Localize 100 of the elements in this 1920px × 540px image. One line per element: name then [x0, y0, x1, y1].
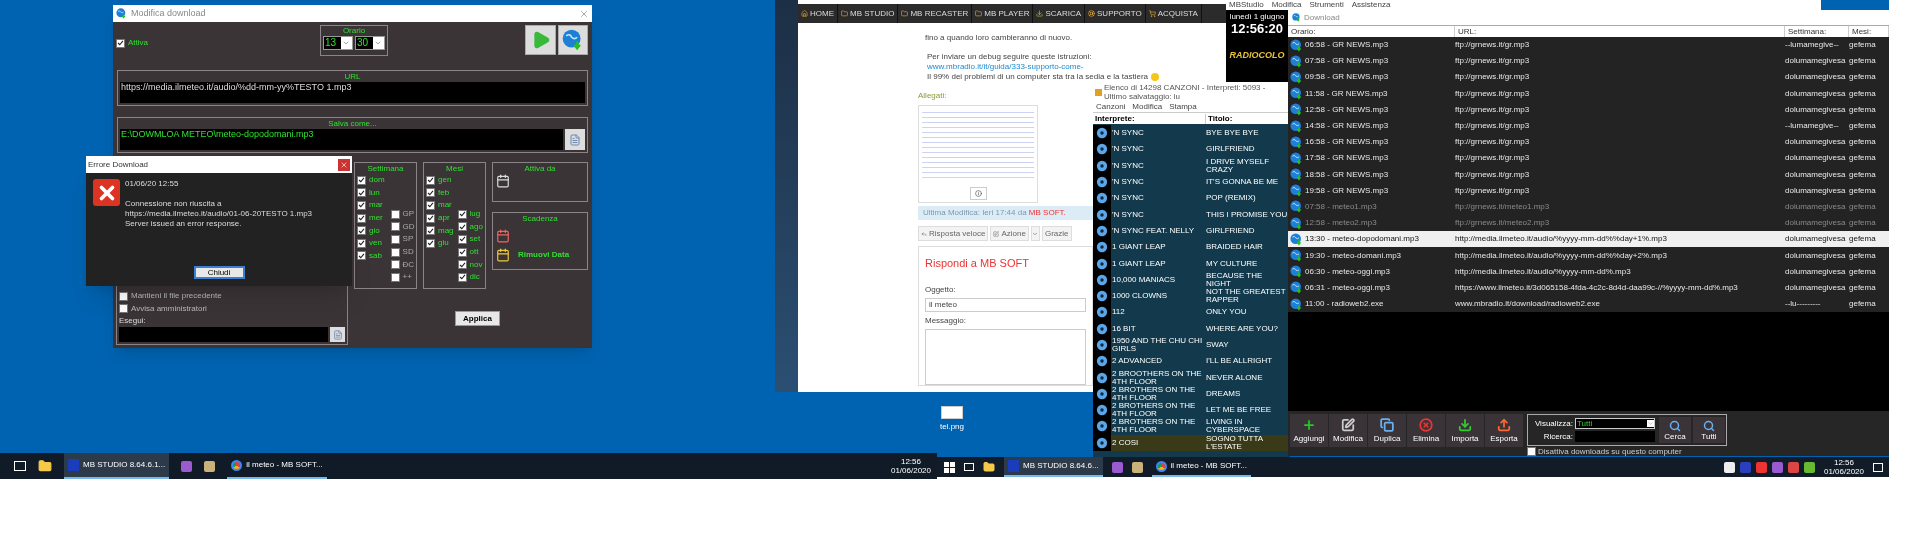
download-row[interactable]: 09:58 - GR NEWS.mp3 ftp://grnews.it/gr.mp3 dolumamegivesa gefema — [1288, 69, 1889, 86]
reply-button[interactable]: Risposta veloce — [918, 226, 989, 241]
subject-field[interactable]: il meteo — [925, 297, 1086, 312]
taskbar-app[interactable]: il meteo - MB SOFT... — [1151, 457, 1252, 477]
checkbox[interactable] — [457, 222, 467, 232]
toolbar-button[interactable]: Importa — [1446, 414, 1484, 447]
song-row[interactable]: 112 ONLY YOU — [1093, 304, 1290, 321]
apply-button[interactable]: Applica — [455, 311, 500, 326]
nav-link[interactable]: HOME — [798, 4, 838, 23]
view-select[interactable]: Tutti — [1575, 418, 1655, 429]
download-button[interactable] — [558, 25, 588, 55]
toolbar-button[interactable]: Elimina — [1407, 414, 1445, 447]
checkbox[interactable] — [357, 238, 366, 248]
checkbox[interactable] — [426, 213, 435, 223]
notification-icon[interactable] — [1873, 462, 1883, 472]
column-header[interactable]: Interprete: — [1093, 113, 1206, 124]
debug-link[interactable]: www.mbradio.it/it/guida/333-supporto-come- — [927, 62, 1084, 71]
taskbar-app-icon[interactable] — [1131, 461, 1143, 473]
song-row[interactable]: 'N SYNC POP (REMIX) — [1093, 190, 1290, 207]
song-row[interactable]: 16 BIT WHERE ARE YOU? — [1093, 320, 1290, 337]
menu-item[interactable]: Strumenti — [1309, 0, 1344, 10]
song-row[interactable]: 'N SYNC BYE BYE BYE — [1093, 125, 1290, 142]
song-row[interactable]: 'N SYNC I DRIVE MYSELF CRAZY — [1093, 157, 1290, 174]
download-row[interactable]: 16:58 - GR NEWS.mp3 ftp://grnews.it/gr.mp3 dolumamegivesa gefema — [1288, 134, 1889, 151]
download-row[interactable]: 07:58 - GR NEWS.mp3 ftp://grnews.it/gr.mp3 dolumamegivesa gefema — [1288, 53, 1889, 70]
checkbox[interactable] — [119, 304, 128, 314]
nav-link[interactable]: MB PLAYER — [972, 4, 1034, 23]
checkbox[interactable] — [457, 260, 467, 270]
nav-link[interactable]: MB RECASTER — [898, 4, 973, 23]
folder-icon[interactable] — [983, 461, 995, 473]
checkbox[interactable] — [457, 247, 467, 257]
nav-link[interactable]: SCARICA — [1033, 4, 1085, 23]
checkbox[interactable] — [426, 226, 435, 236]
desktop-icon-label[interactable]: tel.png — [940, 421, 965, 433]
menu-item[interactable]: Modifica — [1271, 0, 1302, 10]
taskbar-clock[interactable]: 12:56 01/06/2020 — [1823, 458, 1864, 476]
task-view-icon[interactable] — [964, 463, 974, 471]
nav-link[interactable]: MB STUDIO — [838, 4, 899, 23]
checkbox[interactable] — [426, 175, 435, 185]
checkbox[interactable] — [457, 235, 467, 244]
song-row[interactable]: 'N SYNC FEAT. NELLY GIRLFRIEND — [1093, 222, 1290, 240]
checkbox[interactable] — [426, 188, 435, 198]
checkbox[interactable] — [457, 209, 467, 219]
search-button[interactable]: Cerca — [1659, 417, 1691, 443]
thanks-button[interactable]: Grazie — [1041, 226, 1072, 241]
checkbox[interactable] — [426, 201, 435, 210]
search-field[interactable] — [1575, 431, 1655, 442]
song-row[interactable]: 'N SYNC THIS I PROMISE YOU — [1093, 206, 1290, 223]
close-button[interactable] — [338, 158, 350, 171]
nav-link[interactable]: SUPPORTO — [1085, 4, 1146, 23]
attachment-thumbnail[interactable] — [918, 105, 1038, 203]
run-command-field[interactable] — [119, 327, 328, 342]
info-button[interactable] — [969, 187, 987, 200]
toolbar-button[interactable]: Modifica — [1329, 414, 1367, 447]
search-button[interactable]: Tutti — [1693, 417, 1725, 443]
menu-item[interactable]: Stampa — [1169, 102, 1197, 112]
taskbar-app[interactable]: MB STUDIO 8.64.6.1... — [64, 453, 170, 479]
checkbox[interactable] — [357, 201, 366, 210]
checkbox[interactable] — [390, 272, 400, 282]
task-view-icon[interactable] — [14, 461, 26, 471]
taskbar-clock[interactable]: 12:56 01/06/2020 — [890, 457, 931, 475]
checkbox[interactable] — [357, 213, 366, 223]
checkbox[interactable] — [457, 272, 467, 282]
taskbar-app[interactable]: il meteo - MB SOFT... — [227, 453, 327, 479]
checkbox[interactable] — [390, 247, 400, 257]
taskbar-app-icon[interactable] — [1723, 461, 1735, 473]
menu-item[interactable]: MBStudio — [1229, 0, 1264, 10]
checkbox[interactable] — [390, 235, 400, 244]
checkbox[interactable] — [1527, 447, 1536, 456]
download-row[interactable]: 11:00 - radioweb2.exe www.mbradio.it/download/radioweb2.exe --lu--------- gefema — [1288, 296, 1889, 313]
time-select[interactable]: 13 — [323, 36, 353, 50]
checkbox[interactable] — [116, 38, 125, 48]
song-row[interactable]: 1 GIANT LEAP BRAIDED HAIR — [1093, 239, 1290, 256]
checkbox[interactable] — [357, 188, 366, 198]
time-select[interactable]: 30 — [355, 36, 385, 50]
checkbox[interactable] — [357, 226, 366, 236]
menu-item[interactable]: Modifica — [1132, 102, 1163, 112]
save-path-field[interactable]: E:\DOWMLOA METEO\meteo-dopodomani.mp3 — [120, 129, 563, 150]
windows-logo-icon[interactable] — [944, 461, 955, 473]
song-row[interactable]: 2 BROTHERS ON THE 4TH FLOOR DREAMS — [1093, 385, 1290, 403]
checkbox[interactable] — [390, 260, 400, 270]
song-row[interactable]: 10,000 MANIACS BECAUSE THE NIGHT — [1093, 271, 1290, 288]
taskbar-app-icon[interactable] — [1803, 461, 1815, 473]
song-row[interactable]: 2 BROTHERS ON THE 4TH FLOOR LIVING IN CYBERSPACE — [1093, 418, 1290, 435]
song-row[interactable]: 'N SYNC IT'S GONNA BE ME — [1093, 173, 1290, 191]
song-row[interactable]: 2 BROTHERS ON THE 4TH FLOOR LET ME BE FREE — [1093, 402, 1290, 419]
download-row[interactable]: 06:58 - GR NEWS.mp3 ftp://grnews.it/gr.mp3 --lumamegive-- gefema — [1288, 37, 1889, 54]
song-row[interactable]: 1000 CLOWNS NOT THE GREATEST RAPPER — [1093, 287, 1290, 305]
remove-date-link[interactable]: Rimuovi Data — [518, 249, 570, 261]
column-header[interactable]: Titolo: — [1206, 113, 1233, 124]
song-row[interactable]: 'N SYNC GIRLFRIEND — [1093, 141, 1290, 158]
message-field[interactable] — [925, 328, 1086, 385]
checkbox[interactable] — [357, 251, 366, 261]
download-row[interactable]: 19:30 - meteo-domani.mp3 http://media.ilmeteo.it/audio/%yyyy-mm-dd%%day+2%.mp3 dolumamegivesa gefema — [1288, 247, 1889, 264]
checkbox[interactable] — [357, 175, 366, 185]
checkbox[interactable] — [426, 238, 435, 248]
folder-icon[interactable] — [38, 459, 52, 473]
song-row[interactable]: 2 ADVANCED I'LL BE ALLRIGHT — [1093, 353, 1290, 370]
calendar-icon[interactable] — [496, 229, 510, 243]
download-row[interactable]: 13:30 - meteo-dopodomani.mp3 http://media.ilmeteo.it/audio/%yyyy-mm-dd%%day+1%.mp3 dolumamegivesa gefema — [1288, 231, 1889, 248]
